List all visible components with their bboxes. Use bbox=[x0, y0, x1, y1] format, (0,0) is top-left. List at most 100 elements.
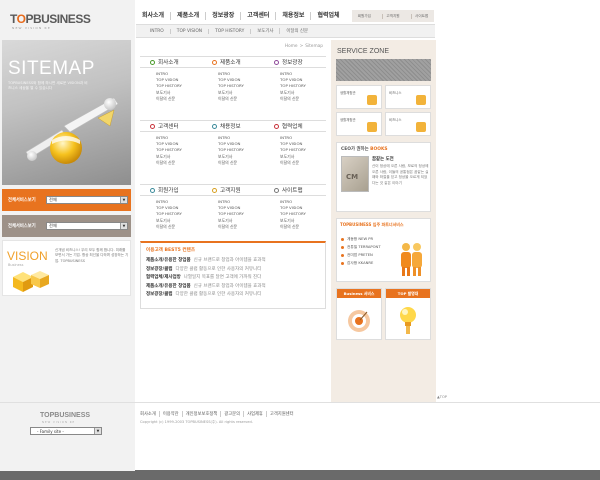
category-header[interactable]: 정보광장 bbox=[264, 56, 326, 68]
partner-item[interactable]: 컨미엄 PRETEN bbox=[341, 251, 381, 259]
category-header[interactable]: 회원가입 bbox=[140, 184, 202, 196]
best5-item[interactable]: 제품소개/유용한 창업품 신규 브랜드로 창업과 아이템을 효과적 bbox=[146, 257, 324, 266]
vision-text: 신개념 비즈니스! 우리 모두 함께 합니다. 미래를 보면서 가는 기업. 항… bbox=[55, 248, 129, 263]
util-join-link[interactable]: 회원가입 bbox=[358, 14, 371, 19]
sitemap-link[interactable]: 이달의 신문 bbox=[218, 160, 264, 166]
scroll-top-link[interactable]: ▲TOP bbox=[437, 395, 447, 399]
book-description: 산이 정상에 오른 사람, 보로의 정상에 오른 사람, 이들의 공통점은 꿈같… bbox=[372, 164, 429, 185]
category-header[interactable]: 회사소개 bbox=[140, 56, 202, 68]
service-select-value-2: 전체 bbox=[49, 223, 57, 228]
category-header[interactable]: 협력업체 bbox=[264, 120, 326, 132]
subnav-history[interactable]: TOP HISTORY bbox=[209, 28, 252, 34]
nav-item-careers[interactable]: 채용정보 bbox=[276, 12, 312, 20]
family-site-select[interactable]: - Family site - ▼ bbox=[30, 427, 102, 435]
sitemap-link[interactable]: 이달의 신문 bbox=[280, 160, 326, 166]
sitemap-category-careers: 채용정보 INTRO TOP VISION TOP HISTORY 보도기사 이… bbox=[202, 120, 264, 166]
category-header[interactable]: 제품소개 bbox=[202, 56, 264, 68]
footer-link[interactable]: 이용약관 bbox=[160, 411, 183, 417]
best5-desc: 신규 브랜드로 창업과 아이템을 효과적 bbox=[193, 258, 266, 263]
partner-item[interactable]: 계동팡 NEW PR bbox=[341, 235, 381, 243]
ceo-books-box[interactable]: CEO가 권하는 BOOKS CM 꿈같는 도전 산이 정상에 오른 사람, 보… bbox=[336, 142, 431, 212]
best5-item[interactable]: 협력업체/제사업방 나열일지 목표를 달면 고객에 가까워 진다 bbox=[146, 274, 324, 283]
category-header[interactable]: 고객지원 bbox=[202, 184, 264, 196]
best5-desc: 다양한 클럽 활동으로 인한 사용자의 커뮤니티 bbox=[175, 292, 262, 297]
circle-bullet-icon bbox=[274, 187, 279, 193]
best5-title: 이용고객 BEST5 컨텐츠 bbox=[146, 248, 196, 253]
best5-item[interactable]: 제품소개/유용한 창업품 신규 브랜드로 창업과 아이템을 효과적 bbox=[146, 283, 324, 292]
best5-key: 협력업체/제사업방 bbox=[146, 275, 181, 280]
service-zone-label: 생활체험관 bbox=[340, 118, 356, 122]
circle-bullet-icon bbox=[212, 59, 217, 65]
footer-logo-tagline: NEW VISION RE bbox=[42, 421, 76, 424]
footer-link[interactable]: 고객지원센터 bbox=[267, 411, 297, 417]
viewport-background: TOPBUSINESS NEW VISION RE 회사소개 제품소개 정보광장… bbox=[0, 0, 600, 480]
best5-item[interactable]: 정보광장/클럽 다양한 클럽 활동으로 인한 사용자의 커뮤니티 bbox=[146, 291, 324, 300]
footer-left-panel: TOPBUSINESS NEW VISION RE - Family site … bbox=[0, 403, 135, 471]
sitemap-link[interactable]: 이달의 신문 bbox=[156, 160, 202, 166]
breadcrumb-current: Sitemap bbox=[305, 44, 323, 49]
sitemap-link[interactable]: 이달의 신문 bbox=[156, 96, 202, 102]
target-icon bbox=[348, 310, 370, 332]
sitemap-link[interactable]: 이달의 신문 bbox=[218, 96, 264, 102]
nav-item-info[interactable]: 정보광장 bbox=[206, 12, 242, 20]
subnav-intro[interactable]: INTRO bbox=[144, 28, 171, 34]
partner-item[interactable]: 감사팡 KKANRE bbox=[341, 259, 381, 267]
book-cover-text: CM bbox=[346, 173, 359, 181]
subnav-vision[interactable]: TOP VISION bbox=[171, 28, 210, 34]
sitemap-category-partners: 협력업체 INTRO TOP VISION TOP HISTORY 보도기사 이… bbox=[264, 120, 326, 166]
family-site-value: - Family site - bbox=[37, 428, 64, 434]
service-select-dropdown[interactable]: 전체 ▼ bbox=[46, 196, 128, 204]
footer-link[interactable]: 사업제휴 bbox=[244, 411, 267, 417]
breadcrumb: Home > Sitemap bbox=[140, 44, 324, 49]
service-zone-label: 생활체험관 bbox=[340, 91, 356, 95]
sitemap-link[interactable]: 이달의 신문 bbox=[280, 96, 326, 102]
book-headline: 꿈같는 도전 bbox=[372, 157, 394, 162]
monitor-icon bbox=[416, 122, 426, 132]
vision-banner[interactable]: VISION Business 신개념 비즈니스! 우리 모두 함께 합니다. … bbox=[2, 240, 131, 296]
business-service-banner[interactable]: Business 서비스 bbox=[336, 288, 382, 340]
sitemap-link[interactable]: 이달의 신문 bbox=[156, 224, 202, 230]
nav-item-products[interactable]: 제품소개 bbox=[171, 12, 207, 20]
util-support-link[interactable]: 고객지원 bbox=[382, 13, 400, 19]
top-invention-banner[interactable]: TOP 발명대 bbox=[385, 288, 431, 340]
category-header[interactable]: 채용정보 bbox=[202, 120, 264, 132]
nav-item-partners[interactable]: 협력업체 bbox=[311, 12, 345, 20]
sitemap-link[interactable]: 이달의 신문 bbox=[218, 224, 264, 230]
service-zone-item[interactable]: 비즈니스 bbox=[385, 85, 431, 109]
subnav-newsletter[interactable]: 이달의 신문 bbox=[280, 28, 314, 34]
footer-link[interactable]: 개인정보보호정책 bbox=[183, 411, 222, 417]
logo-tagline: NEW VISION RE bbox=[12, 26, 51, 30]
util-sitemap-link[interactable]: 사이트맵 bbox=[411, 13, 428, 19]
category-title: 고객지원 bbox=[220, 188, 241, 194]
best5-content-box: 이용고객 BEST5 컨텐츠 제품소개/유용한 창업품 신규 브랜드로 창업과 아… bbox=[140, 241, 326, 309]
service-zone-item[interactable]: 생활체험관 bbox=[336, 85, 382, 109]
footer-link[interactable]: 광고문의 bbox=[221, 411, 245, 417]
service-select-dropdown-2[interactable]: 전체 ▼ bbox=[46, 222, 128, 230]
service-zone-item[interactable]: 비즈니스 bbox=[385, 112, 431, 136]
best5-key: 정보광장/클럽 bbox=[146, 292, 173, 297]
circle-bullet-icon bbox=[150, 187, 155, 193]
subnav-press[interactable]: 보도기사 bbox=[251, 28, 281, 34]
service-zone-item[interactable]: 생활체험관 bbox=[336, 112, 382, 136]
sitemap-category-help: 고객지원 INTRO TOP VISION TOP HISTORY 보도기사 이… bbox=[202, 184, 264, 230]
breadcrumb-home[interactable]: Home bbox=[284, 44, 299, 49]
footer-link[interactable]: 회사소개 bbox=[140, 411, 160, 417]
nav-item-company[interactable]: 회사소개 bbox=[136, 12, 172, 20]
category-title: 정보광장 bbox=[282, 60, 303, 66]
nav-item-support[interactable]: 고객센터 bbox=[241, 12, 277, 20]
category-header[interactable]: 사이트맵 bbox=[264, 184, 326, 196]
circle-bullet-icon bbox=[150, 123, 155, 129]
service-selector-label: 전체서비스보기 bbox=[8, 198, 36, 203]
circle-bullet-icon bbox=[274, 59, 279, 65]
sitemap-category-products: 제품소개 INTRO TOP VISION TOP HISTORY 보도기사 이… bbox=[202, 56, 264, 102]
vision-title: VISION bbox=[7, 249, 48, 263]
partner-item[interactable]: 컨튜필 TERRAPONT bbox=[341, 243, 381, 251]
category-title: 고객센터 bbox=[158, 124, 179, 130]
category-header[interactable]: 고객센터 bbox=[140, 120, 202, 132]
dropdown-arrow-icon: ▼ bbox=[94, 428, 101, 434]
site-logo[interactable]: TOPBUSINESS NEW VISION RE bbox=[10, 12, 91, 30]
service-zone-banner bbox=[336, 59, 431, 81]
best5-item[interactable]: 정보광장/클럽 다양한 클럽 활동으로 인한 사용자의 커뮤니티 bbox=[146, 266, 324, 275]
sitemap-link[interactable]: 이달의 신문 bbox=[280, 224, 326, 230]
service-selector-gray: 전체서비스보기 전체 ▼ bbox=[2, 215, 131, 237]
